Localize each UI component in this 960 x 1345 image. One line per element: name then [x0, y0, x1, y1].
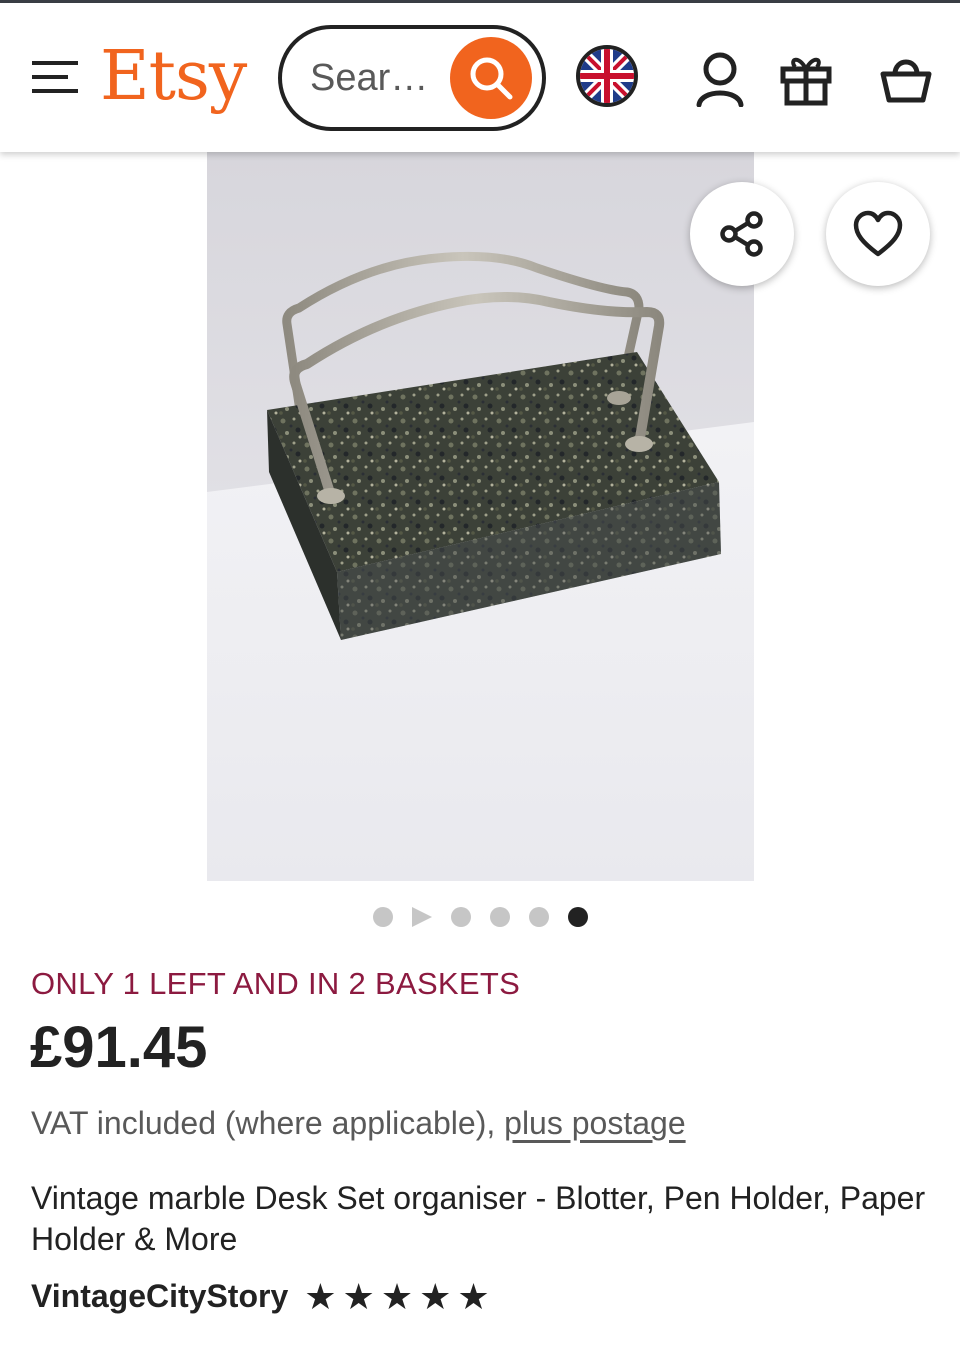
star-icon: ★: [304, 1275, 337, 1317]
menu-icon: [32, 61, 78, 93]
gift-button[interactable]: [774, 47, 838, 111]
share-icon: [720, 211, 763, 257]
vat-note: VAT included (where applicable), plus po…: [31, 1105, 686, 1142]
postage-link[interactable]: plus postage: [504, 1105, 685, 1141]
price: £91.45: [30, 1015, 208, 1080]
stock-message: ONLY 1 LEFT AND IN 2 BASKETS: [31, 966, 521, 1001]
carousel-dot[interactable]: [528, 907, 549, 927]
favorite-heart-icon: [853, 210, 903, 257]
etsy-logo[interactable]: Etsy: [100, 37, 247, 117]
region-button[interactable]: [576, 45, 638, 107]
uk-flag-icon: [580, 49, 634, 103]
search-icon: [470, 57, 513, 100]
star-icon: ★: [342, 1275, 375, 1317]
search-button[interactable]: [450, 37, 532, 119]
carousel-indicators: [0, 906, 960, 928]
shop-info: VintageCityStory ★ ★ ★ ★ ★: [31, 1278, 490, 1315]
site-header: Etsy: [0, 3, 960, 152]
gift-icon: [780, 57, 832, 106]
star-icon: ★: [380, 1275, 414, 1317]
carousel-dot[interactable]: [489, 907, 510, 927]
share-button[interactable]: [690, 182, 794, 286]
menu-button[interactable]: [28, 55, 82, 99]
basket-icon: [880, 59, 932, 103]
star-icon: ★: [457, 1275, 490, 1317]
shop-name-link[interactable]: VintageCityStory: [31, 1278, 288, 1315]
listing-title: Vintage marble Desk Set organiser - Blot…: [31, 1180, 926, 1257]
account-button[interactable]: [688, 47, 752, 111]
star-icon: ★: [419, 1275, 452, 1317]
carousel-dot-active[interactable]: [567, 907, 588, 927]
carousel-dot[interactable]: [372, 907, 393, 927]
carousel-dot[interactable]: [450, 907, 471, 927]
account-icon: [696, 52, 744, 107]
video-play-icon[interactable]: [411, 907, 432, 927]
search-bar: [278, 25, 546, 131]
product-image[interactable]: [207, 152, 754, 881]
basket-button[interactable]: [874, 47, 938, 111]
favorite-button[interactable]: [826, 182, 930, 286]
vat-text: VAT included (where applicable),: [31, 1105, 505, 1141]
rating-stars[interactable]: ★ ★ ★ ★ ★: [304, 1275, 490, 1317]
marble-letter-rack-photo: [207, 152, 754, 881]
search-input[interactable]: [310, 53, 450, 103]
